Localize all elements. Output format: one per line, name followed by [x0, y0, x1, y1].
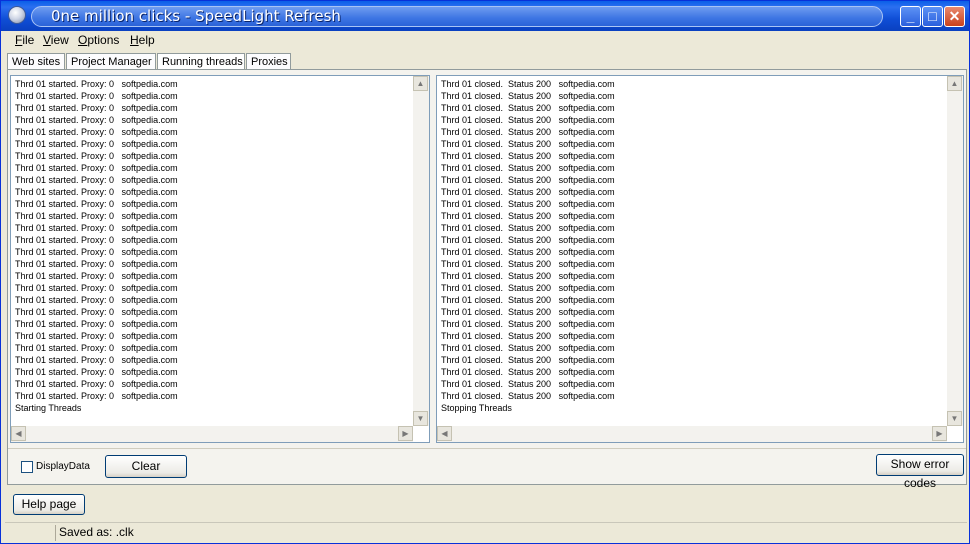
- log-line: Thrd 01 closed. Status 200 softpedia.com: [441, 367, 615, 377]
- log-line: Thrd 01 started. Proxy: 0 softpedia.com: [15, 79, 178, 89]
- log-line: Thrd 01 started. Proxy: 0 softpedia.com: [15, 295, 178, 305]
- log-line: Thrd 01 started. Proxy: 0 softpedia.com: [15, 355, 178, 365]
- log-line: Thrd 01 started. Proxy: 0 softpedia.com: [15, 379, 178, 389]
- log-line: Thrd 01 closed. Status 200 softpedia.com: [441, 187, 615, 197]
- minimize-icon: _: [906, 8, 915, 24]
- log-line: Thrd 01 started. Proxy: 0 softpedia.com: [15, 259, 178, 269]
- log-line: Thrd 01 closed. Status 200 softpedia.com: [441, 379, 615, 389]
- log-line: Thrd 01 closed. Status 200 softpedia.com: [441, 139, 615, 149]
- log-line: Thrd 01 closed. Status 200 softpedia.com: [441, 283, 615, 293]
- log-line: Thrd 01 closed. Status 200 softpedia.com: [441, 355, 615, 365]
- closed-log-vscrollbar[interactable]: ▲ ▼: [947, 76, 963, 426]
- log-line: Thrd 01 started. Proxy: 0 softpedia.com: [15, 367, 178, 377]
- log-line: Thrd 01 closed. Status 200 softpedia.com: [441, 163, 615, 173]
- scroll-down-arrow-icon[interactable]: ▼: [413, 411, 428, 426]
- log-line: Thrd 01 closed. Status 200 softpedia.com: [441, 199, 615, 209]
- log-line: Thrd 01 started. Proxy: 0 softpedia.com: [15, 223, 178, 233]
- scroll-up-arrow-icon[interactable]: ▲: [947, 76, 962, 91]
- log-status-line: Stopping Threads: [441, 403, 512, 413]
- menu-options[interactable]: Options: [78, 33, 119, 47]
- scroll-right-arrow-icon[interactable]: ▶: [398, 426, 413, 441]
- scroll-up-arrow-icon[interactable]: ▲: [413, 76, 428, 91]
- status-bar: Saved as: .clk: [5, 522, 967, 542]
- display-data-label: DisplayData: [36, 461, 90, 472]
- running-threads-panel: Thrd 01 started. Proxy: 0 softpedia.com T…: [7, 69, 967, 490]
- close-button[interactable]: ✕: [944, 6, 965, 27]
- close-icon: ✕: [948, 8, 961, 24]
- log-line: Thrd 01 closed. Status 200 softpedia.com: [441, 175, 615, 185]
- log-line: Thrd 01 started. Proxy: 0 softpedia.com: [15, 391, 178, 401]
- scroll-left-arrow-icon[interactable]: ◀: [11, 426, 26, 441]
- log-line: Thrd 01 closed. Status 200 softpedia.com: [441, 127, 615, 137]
- status-text: Saved as: .clk: [59, 525, 134, 539]
- log-line: Thrd 01 started. Proxy: 0 softpedia.com: [15, 151, 178, 161]
- log-line: Thrd 01 started. Proxy: 0 softpedia.com: [15, 175, 178, 185]
- window-title: 0ne million clicks - SpeedLight Refresh: [51, 7, 341, 25]
- log-line: Thrd 01 closed. Status 200 softpedia.com: [441, 271, 615, 281]
- log-line: Thrd 01 started. Proxy: 0 softpedia.com: [15, 127, 178, 137]
- log-line: Thrd 01 closed. Status 200 softpedia.com: [441, 259, 615, 269]
- log-line: Thrd 01 started. Proxy: 0 softpedia.com: [15, 115, 178, 125]
- controls-row: DisplayData Clear Show error codes: [8, 448, 966, 490]
- show-error-codes-button[interactable]: Show error codes: [876, 454, 964, 490]
- log-line: Thrd 01 closed. Status 200 softpedia.com: [441, 319, 615, 329]
- log-line: Thrd 01 closed. Status 200 softpedia.com: [441, 79, 615, 89]
- started-log-hscrollbar[interactable]: ◀ ▶: [11, 426, 413, 442]
- maximize-icon: □: [928, 8, 937, 24]
- log-line: Thrd 01 closed. Status 200 softpedia.com: [441, 115, 615, 125]
- log-line: Thrd 01 closed. Status 200 softpedia.com: [441, 247, 615, 257]
- log-line: Thrd 01 started. Proxy: 0 softpedia.com: [15, 187, 178, 197]
- status-divider: [55, 525, 56, 541]
- log-line: Thrd 01 closed. Status 200 softpedia.com: [441, 307, 615, 317]
- log-line: Thrd 01 started. Proxy: 0 softpedia.com: [15, 283, 178, 293]
- log-line: Thrd 01 started. Proxy: 0 softpedia.com: [15, 271, 178, 281]
- log-line: Thrd 01 started. Proxy: 0 softpedia.com: [15, 103, 178, 113]
- log-line: Thrd 01 closed. Status 200 softpedia.com: [441, 151, 615, 161]
- app-icon[interactable]: [8, 6, 26, 24]
- log-line: Thrd 01 started. Proxy: 0 softpedia.com: [15, 211, 178, 221]
- scroll-left-arrow-icon[interactable]: ◀: [437, 426, 452, 441]
- closed-log-hscrollbar[interactable]: ◀ ▶: [437, 426, 947, 442]
- maximize-button[interactable]: □: [922, 6, 943, 27]
- log-line: Thrd 01 started. Proxy: 0 softpedia.com: [15, 319, 178, 329]
- log-line: Thrd 01 closed. Status 200 softpedia.com: [441, 91, 615, 101]
- started-threads-log[interactable]: Thrd 01 started. Proxy: 0 softpedia.com T…: [10, 75, 430, 443]
- scroll-right-arrow-icon[interactable]: ▶: [932, 426, 947, 441]
- started-log-vscrollbar[interactable]: ▲ ▼: [413, 76, 429, 426]
- minimize-button[interactable]: _: [900, 6, 921, 27]
- menu-view[interactable]: View: [43, 33, 69, 47]
- log-status-line: Starting Threads: [15, 403, 82, 413]
- menu-bar: File View Options Help: [5, 31, 965, 51]
- display-data-checkbox[interactable]: [21, 461, 33, 473]
- title-bar[interactable]: 0ne million clicks - SpeedLight Refresh …: [1, 1, 969, 31]
- scroll-down-arrow-icon[interactable]: ▼: [947, 411, 962, 426]
- log-line: Thrd 01 closed. Status 200 softpedia.com: [441, 343, 615, 353]
- log-line: Thrd 01 started. Proxy: 0 softpedia.com: [15, 91, 178, 101]
- log-line: Thrd 01 closed. Status 200 softpedia.com: [441, 331, 615, 341]
- log-line: Thrd 01 started. Proxy: 0 softpedia.com: [15, 199, 178, 209]
- log-line: Thrd 01 closed. Status 200 softpedia.com: [441, 235, 615, 245]
- log-line: Thrd 01 started. Proxy: 0 softpedia.com: [15, 307, 178, 317]
- closed-log-lines: Thrd 01 closed. Status 200 softpedia.com…: [441, 78, 615, 414]
- menu-help[interactable]: Help: [130, 33, 155, 47]
- log-line: Thrd 01 started. Proxy: 0 softpedia.com: [15, 331, 178, 341]
- log-line: Thrd 01 closed. Status 200 softpedia.com: [441, 295, 615, 305]
- log-line: Thrd 01 closed. Status 200 softpedia.com: [441, 103, 615, 113]
- closed-threads-log[interactable]: Thrd 01 closed. Status 200 softpedia.com…: [436, 75, 964, 443]
- log-line: Thrd 01 started. Proxy: 0 softpedia.com: [15, 163, 178, 173]
- clear-button[interactable]: Clear: [105, 455, 187, 478]
- started-log-lines: Thrd 01 started. Proxy: 0 softpedia.com T…: [15, 78, 178, 414]
- log-line: Thrd 01 closed. Status 200 softpedia.com: [441, 223, 615, 233]
- log-line: Thrd 01 started. Proxy: 0 softpedia.com: [15, 235, 178, 245]
- app-window: 0ne million clicks - SpeedLight Refresh …: [0, 0, 970, 544]
- help-page-button[interactable]: Help page: [13, 494, 85, 515]
- menu-file[interactable]: File: [15, 33, 34, 47]
- log-line: Thrd 01 started. Proxy: 0 softpedia.com: [15, 139, 178, 149]
- log-line: Thrd 01 started. Proxy: 0 softpedia.com: [15, 343, 178, 353]
- log-line: Thrd 01 started. Proxy: 0 softpedia.com: [15, 247, 178, 257]
- log-line: Thrd 01 closed. Status 200 softpedia.com: [441, 211, 615, 221]
- log-line: Thrd 01 closed. Status 200 softpedia.com: [441, 391, 615, 401]
